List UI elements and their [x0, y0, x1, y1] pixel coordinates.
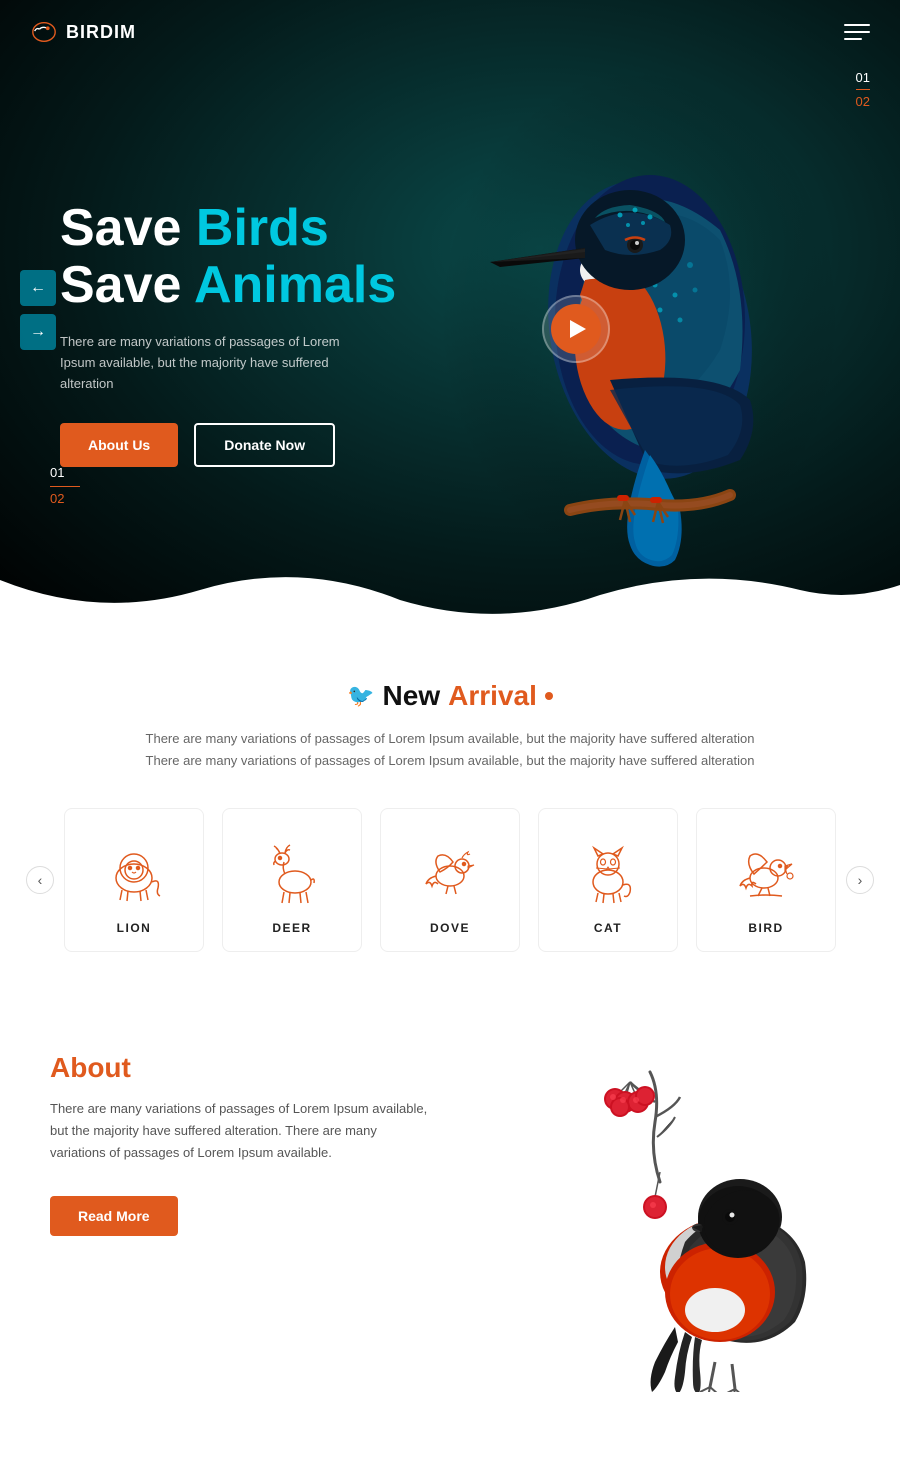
cat-label: CAT: [594, 921, 622, 935]
animal-card-bird[interactable]: BIRD: [696, 808, 836, 952]
animals-grid: LION: [64, 808, 836, 952]
new-arrival-description: There are many variations of passages of…: [140, 728, 760, 772]
donate-now-button[interactable]: Donate Now: [194, 423, 335, 467]
about-bird-image: [500, 1042, 880, 1392]
wave-divider: [0, 520, 900, 620]
animals-prev-arrow[interactable]: ‹: [26, 866, 54, 894]
animal-card-dove[interactable]: DOVE: [380, 808, 520, 952]
deer-label: DEER: [272, 921, 311, 935]
nav-arrows: ← →: [20, 270, 56, 350]
dove-label: DOVE: [430, 921, 470, 935]
about-section: About There are many variations of passa…: [0, 992, 900, 1392]
header: BIRDIM: [0, 0, 900, 64]
new-arrival-title: 🐦 New Arrival: [40, 680, 860, 712]
hero-section: BIRDIM 01 02: [0, 0, 900, 620]
about-us-button[interactable]: About Us: [60, 423, 178, 467]
new-arrival-accent: Arrival: [448, 680, 537, 712]
bird-label: BIRD: [748, 921, 783, 935]
hero-title-line2: Save Animals: [60, 256, 396, 314]
new-arrival-plain: New: [383, 680, 441, 712]
new-arrival-section: 🐦 New Arrival There are many variations …: [0, 620, 900, 992]
animal-card-deer[interactable]: DEER: [222, 808, 362, 952]
hero-content: Save Birds Save Animals There are many v…: [60, 200, 396, 467]
animal-card-lion[interactable]: LION: [64, 808, 204, 952]
play-button[interactable]: [542, 295, 610, 363]
cat-icon: [573, 837, 643, 907]
slide-counter-bottom: 01 02: [50, 463, 80, 510]
hero-title: Save Birds Save Animals: [60, 200, 396, 314]
animals-slider: ‹: [40, 808, 860, 952]
hamburger-menu[interactable]: [844, 24, 870, 40]
next-arrow[interactable]: →: [20, 314, 56, 350]
logo-bird-icon: [30, 18, 58, 46]
new-arrival-bird-icon: 🐦: [347, 683, 374, 709]
hero-buttons: About Us Donate Now: [60, 423, 396, 467]
read-more-button[interactable]: Read More: [50, 1196, 178, 1236]
lion-label: LION: [117, 921, 152, 935]
hero-title-line1: Save Birds: [60, 199, 329, 257]
prev-arrow[interactable]: ←: [20, 270, 56, 306]
logo: BIRDIM: [30, 18, 136, 46]
deer-icon: [257, 837, 327, 907]
bird-icon: [731, 837, 801, 907]
new-arrival-dot: [545, 692, 553, 700]
animal-card-cat[interactable]: CAT: [538, 808, 678, 952]
about-description: There are many variations of passages of…: [50, 1098, 430, 1164]
animals-next-arrow[interactable]: ›: [846, 866, 874, 894]
logo-text: BIRDIM: [66, 22, 136, 43]
lion-icon: [99, 837, 169, 907]
hero-subtitle: There are many variations of passages of…: [60, 332, 370, 394]
dove-icon: [415, 837, 485, 907]
